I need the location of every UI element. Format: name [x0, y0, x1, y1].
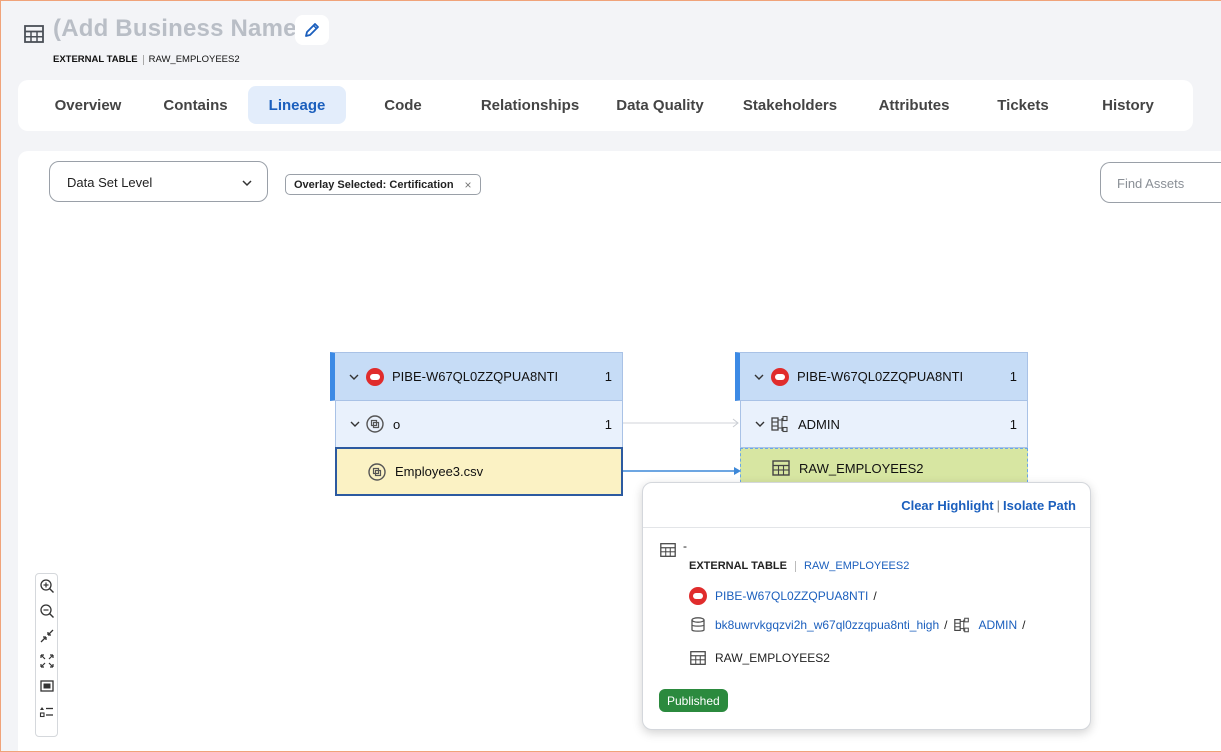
target-schema-count: 1: [1009, 417, 1017, 432]
popup-divider: [643, 527, 1090, 528]
popup-type-label: EXTERNAL TABLE: [689, 560, 787, 572]
source-schema-node[interactable]: o 1: [335, 400, 623, 448]
table-icon: [690, 651, 706, 665]
oracle-icon: [689, 587, 707, 605]
app-frame: (Add Business Name) EXTERNAL TABLE RAW_E…: [0, 0, 1221, 752]
legend-icon[interactable]: [39, 704, 55, 720]
popup-type-divider: [795, 560, 796, 572]
expand-icon[interactable]: [39, 653, 55, 669]
source-file-node[interactable]: Employee3.csv: [335, 447, 623, 496]
zoom-toolbar: [35, 573, 58, 737]
popup-path-database[interactable]: bk8uwrvkgqzvi2h_w67ql0zzqpua8nti_high: [715, 618, 939, 632]
path-separator: /: [944, 618, 948, 632]
popup-path-table: RAW_EMPLOYEES2: [715, 651, 830, 665]
popup-path-db-row: PIBE-W67QL0ZZQPUA8NTI /: [689, 587, 877, 605]
isolate-path-link[interactable]: Isolate Path: [1003, 498, 1076, 513]
target-schema-node[interactable]: ADMIN 1: [740, 400, 1028, 448]
actions-separator: |: [996, 498, 1001, 513]
asset-detail-popup: Clear Highlight | Isolate Path - EXTERNAL …: [642, 482, 1091, 730]
chevron-down-icon[interactable]: [754, 372, 764, 382]
path-separator: /: [1022, 618, 1026, 632]
popup-name-row: -: [659, 539, 687, 559]
table-icon: [772, 460, 790, 476]
source-file-label: Employee3.csv: [395, 464, 484, 479]
popup-path-schema[interactable]: ADMIN: [979, 618, 1018, 632]
schema-icon: [953, 617, 969, 633]
source-db-node[interactable]: PIBE-W67QL0ZZQPUA8NTI 1: [330, 352, 623, 401]
source-schema-label: o: [393, 416, 401, 432]
path-separator: /: [873, 589, 877, 603]
table-icon: [660, 543, 676, 557]
file-link-icon: [368, 462, 386, 481]
status-badge: Published: [659, 689, 728, 712]
target-db-node[interactable]: PIBE-W67QL0ZZQPUA8NTI 1: [735, 352, 1028, 401]
popup-path-db[interactable]: PIBE-W67QL0ZZQPUA8NTI: [715, 589, 868, 603]
zoom-out-icon[interactable]: [39, 603, 55, 619]
source-db-count: 1: [604, 369, 612, 384]
popup-type-row: EXTERNAL TABLE RAW_EMPLOYEES2: [689, 560, 909, 572]
chevron-down-icon[interactable]: [349, 372, 359, 382]
target-schema-label: ADMIN: [798, 416, 840, 432]
target-db-label: PIBE-W67QL0ZZQPUA8NTI: [797, 369, 964, 384]
popup-path-database-row: bk8uwrvkgqzvi2h_w67ql0zzqpua8nti_high / …: [689, 616, 1026, 634]
minimap-icon[interactable]: [39, 678, 55, 694]
chevron-down-icon[interactable]: [755, 419, 765, 429]
source-schema-count: 1: [604, 417, 612, 432]
source-db-label: PIBE-W67QL0ZZQPUA8NTI: [392, 369, 559, 384]
zoom-in-icon[interactable]: [39, 578, 55, 594]
chevron-down-icon[interactable]: [350, 419, 360, 429]
popup-asset-name: -: [683, 539, 687, 553]
oracle-icon: [771, 367, 789, 386]
clear-highlight-link[interactable]: Clear Highlight: [901, 498, 993, 513]
database-icon: [691, 617, 705, 632]
popup-actions: Clear Highlight | Isolate Path: [901, 498, 1076, 513]
target-db-count: 1: [1009, 369, 1017, 384]
oracle-icon: [366, 367, 384, 386]
folder-link-icon: [366, 415, 384, 433]
popup-path-table-row: RAW_EMPLOYEES2: [689, 649, 830, 667]
popup-asset-link[interactable]: RAW_EMPLOYEES2: [804, 560, 909, 572]
collapse-icon[interactable]: [39, 628, 55, 644]
schema-icon: [771, 415, 788, 433]
target-table-label: RAW_EMPLOYEES2: [799, 460, 924, 476]
